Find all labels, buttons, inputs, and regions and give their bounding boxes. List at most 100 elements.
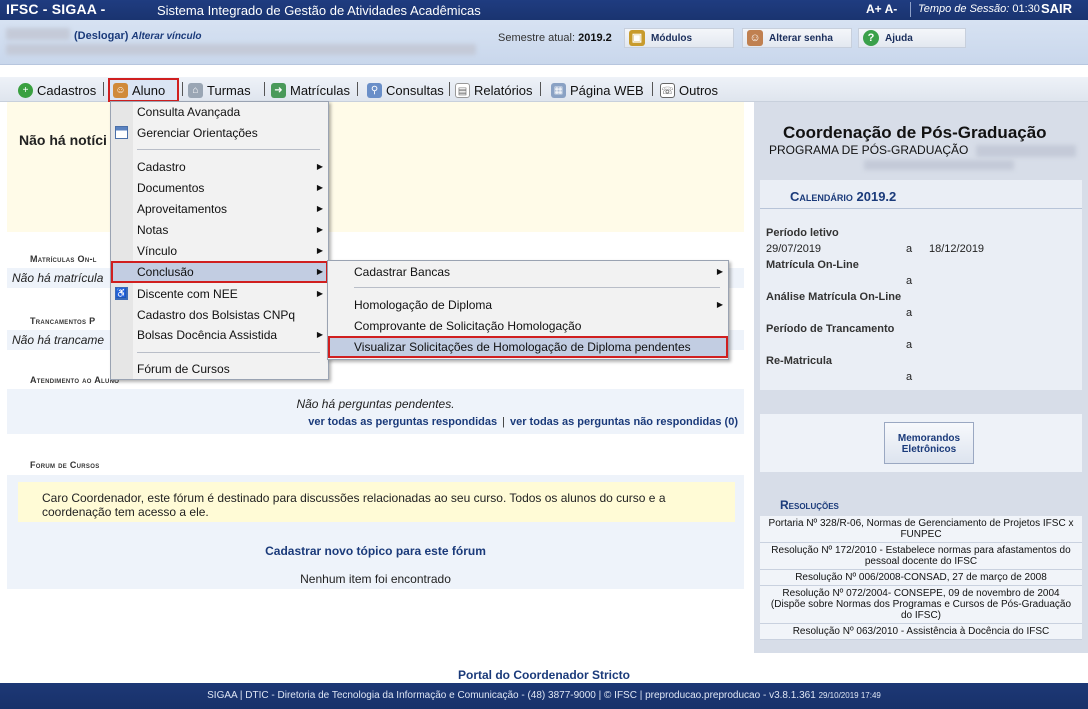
menu-cadastros-label: Cadastros (37, 82, 97, 98)
calendar-title: Calendário 2019.2 (790, 189, 897, 204)
submenu-arrow-icon: ▶ (316, 246, 323, 255)
trancamentos-section-title: Trancamentos P (30, 316, 96, 326)
menu-outros[interactable]: ☏ Outros (660, 80, 718, 100)
menu-item-bolsas-docencia[interactable]: Bolsas Docência Assistida ▶ (111, 325, 328, 345)
menu-cadastros[interactable]: + Cadastros (18, 80, 96, 100)
submenu-arrow-icon: ▶ (716, 300, 723, 309)
menu-consultas[interactable]: ⚲ Consultas (367, 80, 444, 100)
menu-item-notas[interactable]: Notas ▶ (111, 220, 328, 240)
menu-outros-label: Outros (679, 82, 719, 98)
menu-item-label: Conclusão (137, 265, 194, 279)
current-semester: Semestre atual: 2019.2 (498, 32, 612, 44)
document-icon: ▤ (455, 82, 470, 98)
menu-item-label: Cadastro dos Bolsistas CNPq (137, 308, 296, 322)
menu-matriculas-label: Matrículas (290, 82, 350, 98)
menu-aluno[interactable]: ☺ Aluno (108, 78, 179, 102)
answered-questions-link[interactable]: ver todas as perguntas respondidas (308, 416, 497, 428)
system-full-name: Sistema Integrado de Gestão de Atividade… (157, 3, 481, 18)
logout-button[interactable]: SAIR (1041, 1, 1072, 16)
resolucao-item[interactable]: Resolução Nº 072/2004- CONSEPE, 09 de no… (760, 586, 1082, 624)
rematricula-a: a (906, 371, 913, 383)
submenu-arrow-icon: ▶ (316, 162, 323, 171)
memorandos-line1: Memorandos (897, 433, 961, 444)
logout-link[interactable]: (Deslogar) (74, 30, 128, 42)
menu-item-discente-nee[interactable]: ♿ Discente com NEE ▶ (111, 284, 328, 304)
matricula-a: a (906, 275, 913, 287)
menu-separator (354, 287, 720, 288)
change-password-button[interactable]: ☺ Alterar senha (742, 28, 852, 48)
session-timer: Tempo de Sessão: 01:30 (918, 3, 1040, 15)
modules-button[interactable]: ▣ Módulos (624, 28, 734, 48)
footer-timestamp: 29/10/2019 17:49 (818, 691, 881, 700)
menu-matriculas[interactable]: ➜ Matrículas (271, 80, 350, 100)
portal-link[interactable]: Portal do Coordenador Stricto (0, 668, 1088, 682)
menu-item-label: Consulta Avançada (137, 105, 241, 119)
rematricula-label: Re-Matricula (766, 355, 833, 367)
menu-turmas[interactable]: ⌂ Turmas (188, 80, 251, 100)
menu-item-documentos[interactable]: Documentos ▶ (111, 178, 328, 198)
menu-item-label: Visualizar Solicitações de Homologação d… (354, 340, 691, 354)
top-bar: IFSC - SIGAA - Sistema Integrado de Gest… (0, 0, 1088, 20)
menu-item-comprovante-solicitacao[interactable]: Comprovante de Solicitação Homologação (328, 316, 728, 336)
menu-aluno-label: Aluno (132, 82, 166, 98)
font-size-controls[interactable]: A+ A- (866, 2, 897, 16)
menu-item-cadastrar-bancas[interactable]: Cadastrar Bancas ▶ (328, 262, 728, 282)
table-icon (115, 126, 128, 139)
menu-item-aproveitamentos[interactable]: Aproveitamentos ▶ (111, 199, 328, 219)
resolucao-item[interactable]: Resolução Nº 172/2010 - Estabelece norma… (760, 543, 1082, 570)
menu-item-label: Notas (137, 223, 169, 237)
resolucoes-panel: Resoluções Portaria Nº 328/R-06, Normas … (760, 494, 1082, 640)
forum-section-title: Forum de Cursos (30, 460, 100, 470)
new-topic-link[interactable]: Cadastrar novo tópico para este fórum (7, 544, 744, 558)
change-link[interactable]: Alterar vínculo (131, 31, 201, 42)
resolucao-item[interactable]: Resolução Nº 063/2010 - Assistência à Do… (760, 624, 1082, 640)
resolucao-item[interactable]: Portaria Nº 328/R-06, Normas de Gerencia… (760, 516, 1082, 543)
main-menu-bar: + Cadastros ☺ Aluno ⌂ Turmas ➜ Matrícula… (0, 77, 1088, 102)
resolucao-item[interactable]: Resolução Nº 006/2008-CONSAD, 27 de març… (760, 570, 1082, 586)
submenu-arrow-icon: ▶ (316, 289, 323, 298)
help-icon: ? (863, 30, 879, 46)
blurred-program-detail (864, 160, 1014, 170)
menu-item-bolsistas-cnpq[interactable]: Cadastro dos Bolsistas CNPq (111, 305, 328, 325)
unanswered-questions-link[interactable]: ver todas as perguntas não respondidas (… (510, 416, 738, 428)
user-key-icon: ☺ (747, 30, 763, 46)
menu-item-consulta-avancada[interactable]: Consulta Avançada (111, 102, 328, 122)
divider (103, 82, 104, 96)
menu-relatorios[interactable]: ▤ Relatórios (455, 80, 533, 100)
matricula-label: Matrícula On-Line (766, 259, 859, 271)
footer: SIGAA | DTIC - Diretoria de Tecnologia d… (0, 683, 1088, 709)
search-icon: ⚲ (367, 82, 382, 98)
menu-item-homologacao-diploma[interactable]: Homologação de Diploma ▶ (328, 295, 728, 315)
program-name: PROGRAMA DE PÓS-GRADUAÇÃO (769, 143, 969, 157)
menu-item-label: Cadastro (137, 160, 186, 174)
question-links: ver todas as perguntas respondidas | ver t… (308, 416, 738, 428)
analise-a: a (906, 307, 913, 319)
help-button[interactable]: ? Ajuda (858, 28, 966, 48)
menu-item-vinculo[interactable]: Vínculo ▶ (111, 241, 328, 261)
modules-label: Módulos (651, 32, 693, 44)
menu-item-label: Aproveitamentos (137, 202, 228, 216)
no-questions-text: Não há perguntas pendentes. (296, 397, 455, 411)
submenu-arrow-icon: ▶ (316, 330, 323, 339)
menu-item-cadastro[interactable]: Cadastro ▶ (111, 157, 328, 177)
forum-empty: Nenhum item foi encontrado (300, 572, 451, 586)
menu-item-gerenciar-orientacoes[interactable]: Gerenciar Orientações (111, 123, 328, 143)
menu-item-label: Comprovante de Solicitação Homologação (354, 319, 582, 333)
divider (449, 82, 450, 96)
menu-separator (137, 352, 320, 353)
add-icon: + (18, 82, 33, 98)
menu-item-forum-cursos[interactable]: Fórum de Cursos (111, 359, 328, 379)
brand-title: IFSC - SIGAA - (6, 1, 106, 17)
menu-item-visualizar-solicitacoes[interactable]: Visualizar Solicitações de Homologação d… (328, 336, 728, 358)
menu-pagina-web[interactable]: ▦ Página WEB (551, 80, 644, 100)
trancamento-label: Período de Trancamento (766, 323, 895, 335)
webpage-icon: ▦ (551, 82, 566, 98)
phone-icon: ☏ (660, 82, 675, 98)
resolucoes-title: Resoluções (780, 498, 839, 512)
menu-item-conclusao[interactable]: Conclusão ▶ (111, 261, 328, 283)
atendimento-section-title: Atendimento ao Aluno (30, 375, 120, 385)
memorandos-button[interactable]: Memorandos Eletrônicos (884, 422, 974, 464)
matriculas-section-title: Matrículas On-l (30, 254, 97, 264)
divider (264, 82, 265, 96)
footer-text: SIGAA | DTIC - Diretoria de Tecnologia d… (207, 690, 816, 701)
